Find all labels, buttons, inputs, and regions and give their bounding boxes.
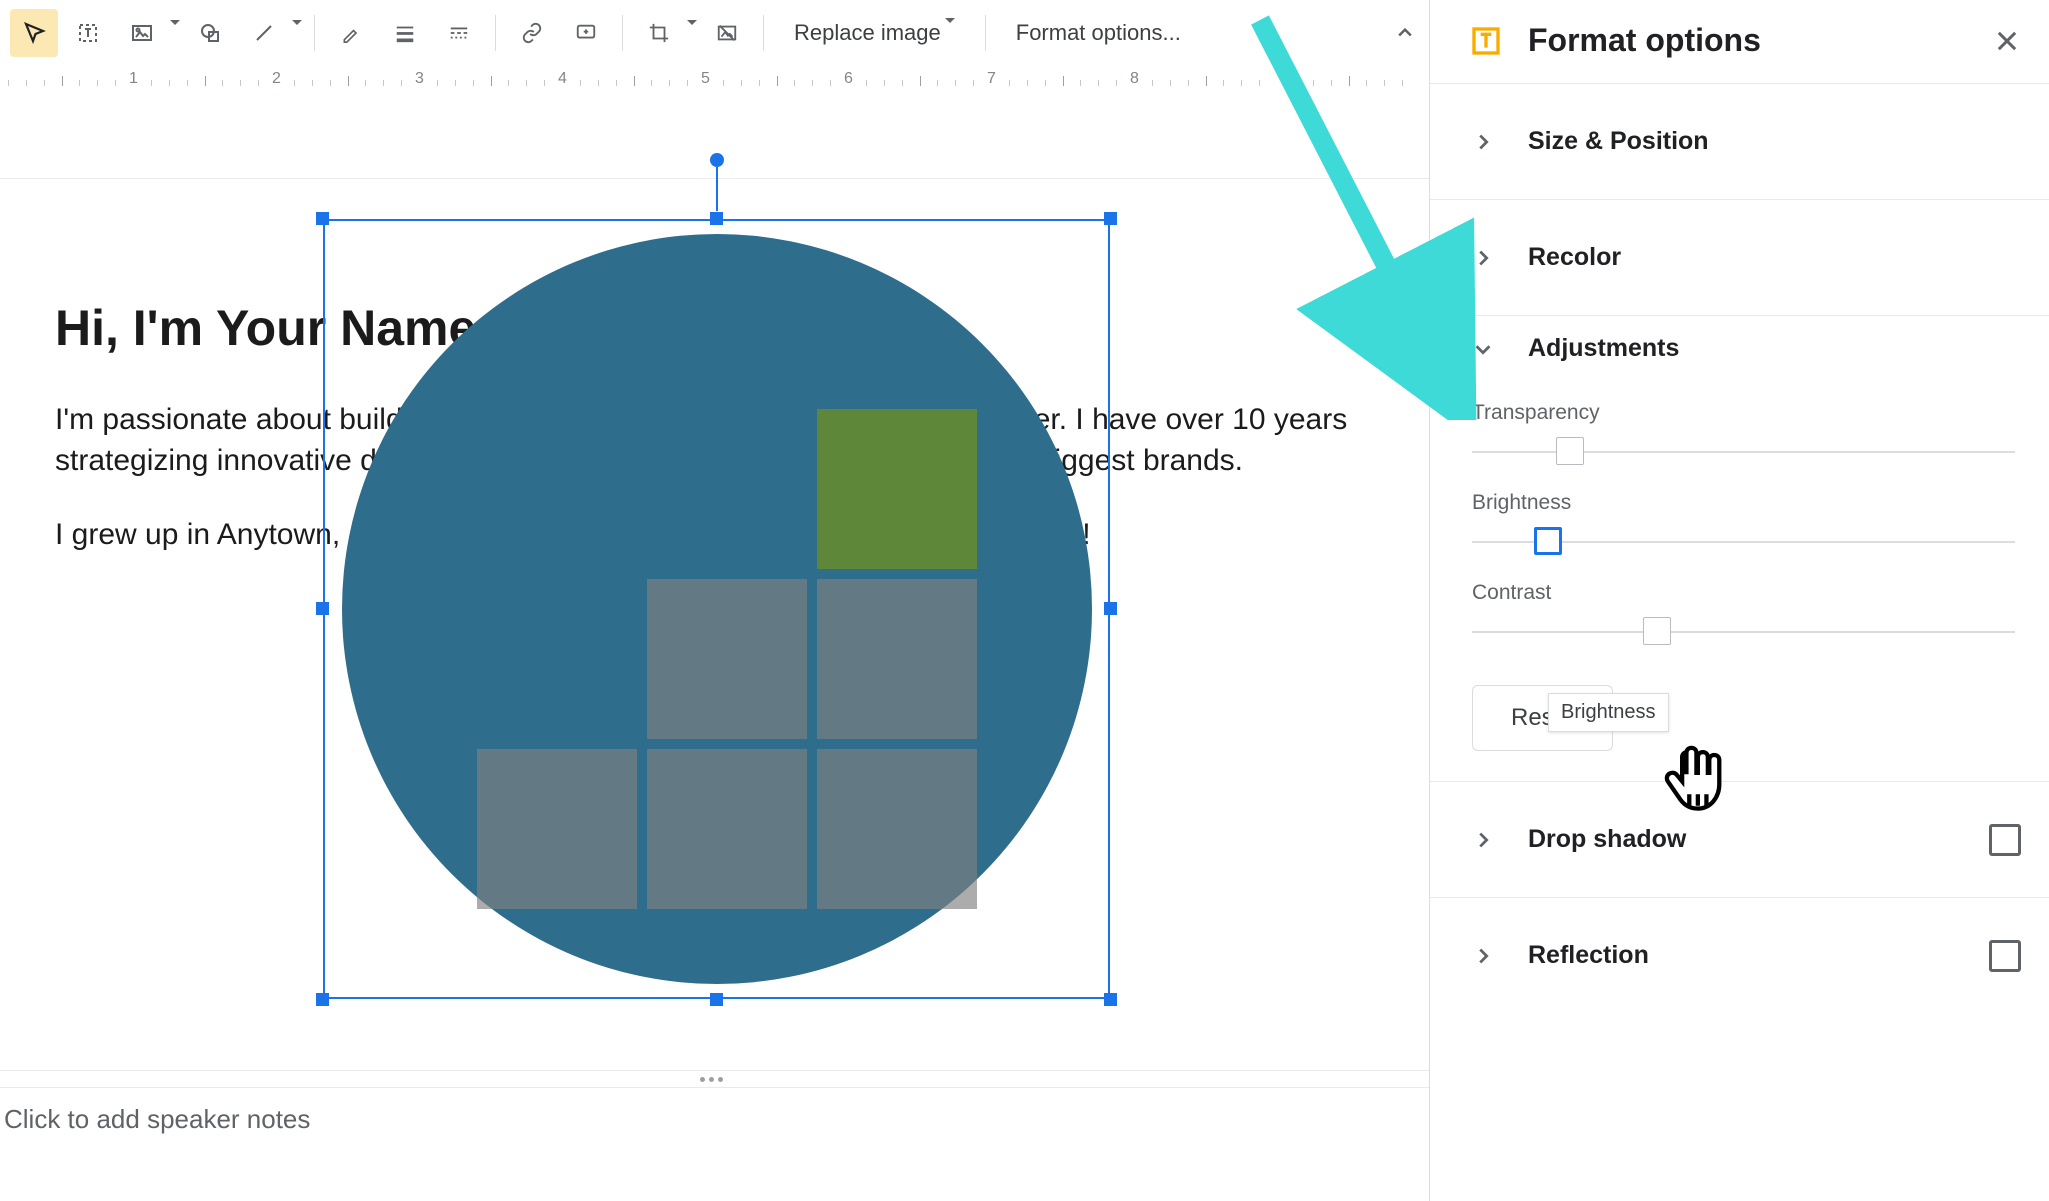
ruler-number: 5	[701, 70, 710, 88]
chevron-right-icon	[1472, 829, 1502, 851]
transparency-label: Transparency	[1472, 401, 2015, 425]
ruler-number: 3	[415, 70, 424, 88]
crop-tool-group[interactable]	[635, 9, 697, 57]
section-adjustments: Adjustments Transparency Brightness Cont…	[1430, 315, 2049, 781]
format-options-sidebar: Format options Size & Position Recolor A…	[1429, 0, 2049, 1201]
chevron-right-icon	[1472, 247, 1502, 269]
replace-image-label: Replace image	[794, 20, 941, 46]
resize-handle-se[interactable]	[1104, 993, 1117, 1006]
textbox-tool[interactable]	[64, 9, 112, 57]
brightness-thumb[interactable]	[1534, 527, 1562, 555]
line-tool-group[interactable]	[240, 9, 302, 57]
speaker-notes-resizer[interactable]	[0, 1070, 1429, 1088]
contrast-slider[interactable]	[1472, 617, 2015, 645]
line-caret[interactable]	[288, 22, 302, 45]
format-options-label: Format options...	[1016, 20, 1181, 46]
section-adjustments-header[interactable]: Adjustments	[1472, 334, 2015, 363]
ruler-number: 2	[272, 70, 281, 88]
select-tool[interactable]	[10, 9, 58, 57]
transparency-thumb[interactable]	[1556, 437, 1584, 465]
selected-image[interactable]	[323, 219, 1110, 999]
separator	[314, 15, 315, 51]
resize-handle-w[interactable]	[316, 602, 329, 615]
insert-image-caret[interactable]	[166, 22, 180, 45]
ruler-number: 6	[844, 70, 853, 88]
sidebar-title: Format options	[1528, 22, 1989, 59]
ruler-number: 4	[558, 70, 567, 88]
resize-handle-ne[interactable]	[1104, 212, 1117, 225]
toolbar-collapse-button[interactable]	[1381, 9, 1429, 57]
section-size-position[interactable]: Size & Position	[1430, 83, 2049, 199]
contrast-thumb[interactable]	[1643, 617, 1671, 645]
brightness-label: Brightness	[1472, 491, 2015, 515]
ruler-number: 7	[987, 70, 996, 88]
contrast-label: Contrast	[1472, 581, 2015, 605]
brightness-slider[interactable]	[1472, 527, 2015, 555]
separator	[495, 15, 496, 51]
replace-image-button[interactable]: Replace image	[776, 9, 973, 57]
ruler-number: 8	[1130, 70, 1139, 88]
resize-handle-n[interactable]	[710, 212, 723, 225]
reset-image-tool[interactable]	[703, 9, 751, 57]
drop-shadow-checkbox[interactable]	[1989, 824, 2021, 856]
chevron-down-icon	[1472, 338, 1502, 360]
border-dash-tool[interactable]	[435, 9, 483, 57]
border-weight-tool[interactable]	[381, 9, 429, 57]
replace-image-caret[interactable]	[941, 20, 955, 46]
resize-handle-sw[interactable]	[316, 993, 329, 1006]
shape-tool[interactable]	[186, 9, 234, 57]
format-options-icon	[1470, 25, 1502, 57]
section-label: Reflection	[1528, 941, 1989, 970]
selection-border	[323, 219, 1110, 999]
separator	[763, 15, 764, 51]
rotation-handle[interactable]	[710, 153, 724, 167]
resize-handle-s[interactable]	[710, 993, 723, 1006]
crop-caret[interactable]	[683, 22, 697, 45]
section-recolor[interactable]: Recolor	[1430, 199, 2049, 315]
chevron-right-icon	[1472, 131, 1502, 153]
speaker-notes-placeholder: Click to add speaker notes	[4, 1104, 310, 1134]
slide[interactable]: Hi, I'm Your Name I'm passionate about b…	[0, 178, 1429, 1088]
section-drop-shadow[interactable]: Drop shadow	[1430, 781, 2049, 897]
brightness-tooltip: Brightness	[1548, 693, 1669, 732]
format-options-button[interactable]: Format options...	[998, 9, 1199, 57]
rotation-line	[716, 167, 718, 211]
close-sidebar-button[interactable]	[1989, 23, 2025, 59]
section-reflection[interactable]: Reflection	[1430, 897, 2049, 1013]
separator	[985, 15, 986, 51]
slide-canvas-area: Hi, I'm Your Name I'm passionate about b…	[0, 94, 1429, 1201]
cursor-hand-icon	[1660, 740, 1730, 820]
insert-image-group[interactable]	[118, 9, 180, 57]
section-label: Recolor	[1528, 243, 2021, 272]
insert-link-tool[interactable]	[508, 9, 556, 57]
speaker-notes[interactable]: Click to add speaker notes	[0, 1088, 1429, 1168]
section-label: Size & Position	[1528, 127, 2021, 156]
separator	[622, 15, 623, 51]
reflection-checkbox[interactable]	[1989, 940, 2021, 972]
section-label: Drop shadow	[1528, 825, 1989, 854]
ruler-number: 1	[129, 70, 138, 88]
resize-handle-nw[interactable]	[316, 212, 329, 225]
border-color-tool[interactable]	[327, 9, 375, 57]
transparency-slider[interactable]	[1472, 437, 2015, 465]
insert-comment-tool[interactable]	[562, 9, 610, 57]
chevron-right-icon	[1472, 945, 1502, 967]
resize-handle-e[interactable]	[1104, 602, 1117, 615]
section-label: Adjustments	[1528, 334, 1679, 363]
